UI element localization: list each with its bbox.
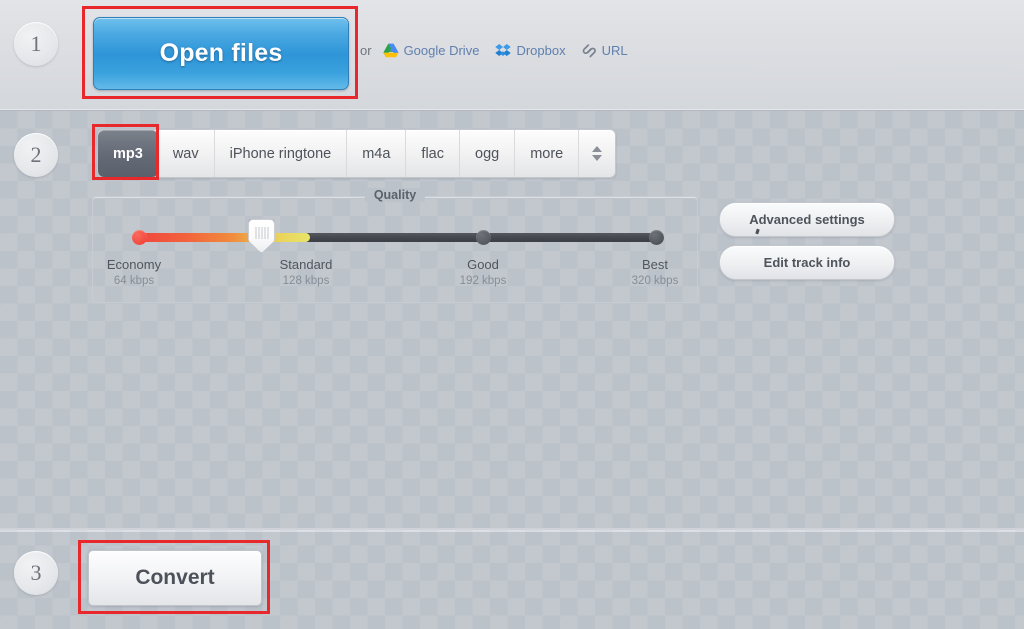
format-tab-mp3[interactable]: mp3 (98, 130, 158, 177)
dropbox-label: Dropbox (516, 43, 566, 58)
convert-button[interactable]: Convert (88, 550, 262, 606)
quality-rate-good: 192 kbps (459, 275, 507, 287)
quality-panel: Quality Economy 64 kbps Standard 128 kbp… (92, 188, 698, 303)
slider-stop-best[interactable] (649, 230, 664, 245)
quality-label-best: Best 320 kbps (585, 257, 725, 287)
quality-label-economy: Economy 64 kbps (64, 257, 204, 287)
step-2-badge: 2 (14, 133, 58, 177)
quality-label-standard: Standard 128 kbps (236, 257, 376, 287)
format-tab-ogg[interactable]: ogg (460, 130, 516, 177)
slider-stop-economy[interactable] (132, 230, 147, 245)
google-drive-label: Google Drive (403, 43, 480, 58)
format-tab-iphone-ringtone[interactable]: iPhone ringtone (215, 130, 348, 177)
quality-slider-handle[interactable] (248, 219, 275, 253)
chevron-up-icon (592, 146, 603, 152)
format-tab-wav[interactable]: wav (158, 130, 215, 177)
format-tab-more[interactable]: more (515, 130, 580, 177)
format-tab-flac[interactable]: flac (406, 130, 460, 177)
quality-name-best: Best (641, 257, 668, 272)
link-icon (582, 43, 597, 58)
slider-handle-shape (248, 219, 275, 253)
url-label: URL (601, 43, 628, 58)
url-link[interactable]: URL (582, 43, 628, 58)
format-tab-bar: mp3 wav iPhone ringtone m4a flac ogg mor… (97, 129, 617, 178)
chevron-down-icon (592, 155, 603, 161)
advanced-settings-button[interactable]: Advanced settings (719, 202, 895, 237)
quality-name-economy: Economy (106, 257, 162, 272)
slider-handle-grip (255, 227, 268, 239)
quality-rate-standard: 128 kbps (282, 275, 330, 287)
dropbox-link[interactable]: Dropbox (495, 43, 566, 58)
dropbox-icon (495, 43, 512, 58)
slider-track-filled (135, 233, 310, 242)
quality-name-standard: Standard (279, 257, 333, 272)
edit-track-info-button[interactable]: Edit track info (719, 245, 895, 280)
quality-legend: Quality (364, 188, 426, 202)
step-2-section: mp3 wav iPhone ringtone m4a flac ogg mor… (0, 111, 1024, 528)
format-tab-m4a[interactable]: m4a (347, 130, 407, 177)
quality-label-good: Good 192 kbps (413, 257, 553, 287)
step-3-badge: 3 (14, 551, 58, 595)
open-files-button[interactable]: Open files (93, 17, 349, 90)
or-label: or (360, 43, 372, 58)
step-1-badge: 1 (14, 22, 58, 66)
google-drive-link[interactable]: Google Drive (382, 43, 480, 58)
quality-rate-best: 320 kbps (631, 275, 679, 287)
audio-converter-app: 1 Open files or Google Drive Dropbox URL… (0, 0, 1024, 629)
alternate-sources-row: or Google Drive Dropbox URL (360, 43, 637, 58)
quality-slider[interactable] (132, 230, 664, 245)
quality-name-good: Good (467, 257, 499, 272)
up-down-stepper-icon[interactable] (579, 130, 615, 177)
google-drive-icon (382, 43, 399, 58)
slider-stop-good[interactable] (476, 230, 491, 245)
quality-rate-economy: 64 kbps (113, 275, 155, 287)
